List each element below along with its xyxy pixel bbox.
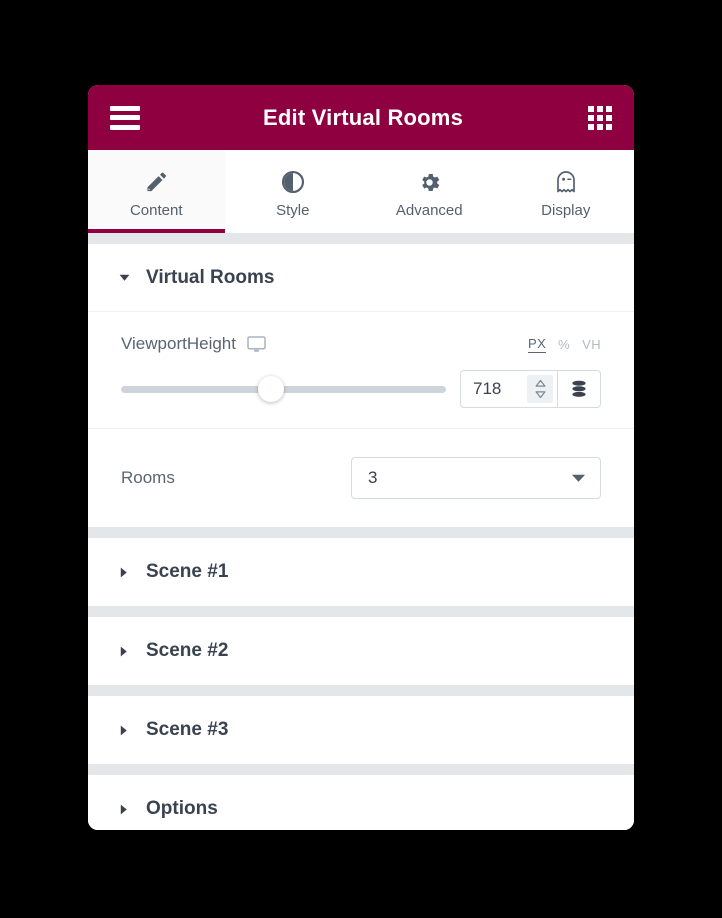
viewport-height-input[interactable] xyxy=(473,379,527,399)
tab-content[interactable]: Content xyxy=(88,150,225,233)
section-title: Virtual Rooms xyxy=(146,266,275,288)
control-label-group: ViewportHeight xyxy=(121,334,266,354)
panel-body: Virtual Rooms ViewportHeight PX % VH 718… xyxy=(88,233,634,830)
rooms-label: Rooms xyxy=(121,468,175,487)
ghost-icon xyxy=(554,169,578,195)
section-header-scene-1[interactable]: Scene #1 xyxy=(88,538,634,606)
control-header-row: ViewportHeight PX % VH xyxy=(121,334,601,354)
tab-advanced[interactable]: Advanced xyxy=(361,150,498,233)
hamburger-bar xyxy=(110,115,140,120)
control-rooms: Rooms 3 xyxy=(88,429,634,527)
slider-thumb[interactable] xyxy=(257,376,284,402)
caret-right-icon xyxy=(118,724,136,737)
section-title: Scene #2 xyxy=(146,640,229,661)
section-header-virtual-rooms[interactable]: Virtual Rooms xyxy=(88,244,634,312)
tab-bar: Content Style Advanced Display xyxy=(88,150,634,233)
section-header-scene-2[interactable]: Scene #2 xyxy=(88,617,634,685)
section-separator xyxy=(88,606,634,617)
viewport-height-slider[interactable] xyxy=(121,376,446,402)
caret-right-icon xyxy=(118,803,136,816)
hamburger-menu-icon[interactable] xyxy=(110,105,140,130)
section-title: Scene #3 xyxy=(146,719,229,740)
caret-down-icon xyxy=(118,271,136,284)
section-header-scene-3[interactable]: Scene #3 xyxy=(88,696,634,764)
rooms-select[interactable]: 3 xyxy=(351,457,601,499)
unit-vh[interactable]: VH xyxy=(582,337,601,352)
section-title: Scene #1 xyxy=(146,561,229,582)
hamburger-bar xyxy=(110,124,140,130)
section-separator xyxy=(88,764,634,775)
desktop-monitor-icon[interactable] xyxy=(247,335,266,353)
contrast-icon xyxy=(280,169,306,195)
panel-title-bar: Edit Virtual Rooms xyxy=(88,85,634,150)
panel-title: Edit Virtual Rooms xyxy=(263,104,463,130)
editor-panel: Edit Virtual Rooms Content Style Advance… xyxy=(88,85,634,830)
tab-display[interactable]: Display xyxy=(498,150,635,233)
unit-selector: PX % VH xyxy=(528,336,601,353)
tab-label: Style xyxy=(276,202,310,219)
slider-track xyxy=(121,385,446,393)
slider-row xyxy=(121,370,601,408)
chevron-down-icon xyxy=(571,473,586,483)
hamburger-bar xyxy=(110,105,140,111)
control-label: ViewportHeight xyxy=(121,334,236,353)
unit-px[interactable]: PX xyxy=(528,336,547,353)
up-down-spinner-icon[interactable] xyxy=(527,375,553,403)
grid-apps-icon[interactable] xyxy=(586,105,612,130)
section-separator xyxy=(88,233,634,244)
tab-style[interactable]: Style xyxy=(225,150,362,233)
screen-background: Edit Virtual Rooms Content Style Advance… xyxy=(0,0,722,918)
section-separator xyxy=(88,527,634,538)
database-stack-icon[interactable] xyxy=(558,370,601,408)
section-header-options[interactable]: Options xyxy=(88,775,634,830)
caret-right-icon xyxy=(118,566,136,579)
pencil-icon xyxy=(144,169,168,195)
unit-percent[interactable]: % xyxy=(558,337,570,352)
gear-icon xyxy=(417,169,442,195)
number-input-group xyxy=(460,370,601,408)
section-separator xyxy=(88,685,634,696)
tab-label: Display xyxy=(541,202,591,219)
tab-label: Content xyxy=(129,202,183,219)
caret-right-icon xyxy=(118,645,136,658)
tab-label: Advanced xyxy=(395,202,463,219)
section-title: Options xyxy=(146,798,218,819)
viewport-height-number-box[interactable] xyxy=(460,370,558,408)
control-viewport-height: ViewportHeight PX % VH xyxy=(88,312,634,429)
rooms-selected-value: 3 xyxy=(368,468,378,487)
